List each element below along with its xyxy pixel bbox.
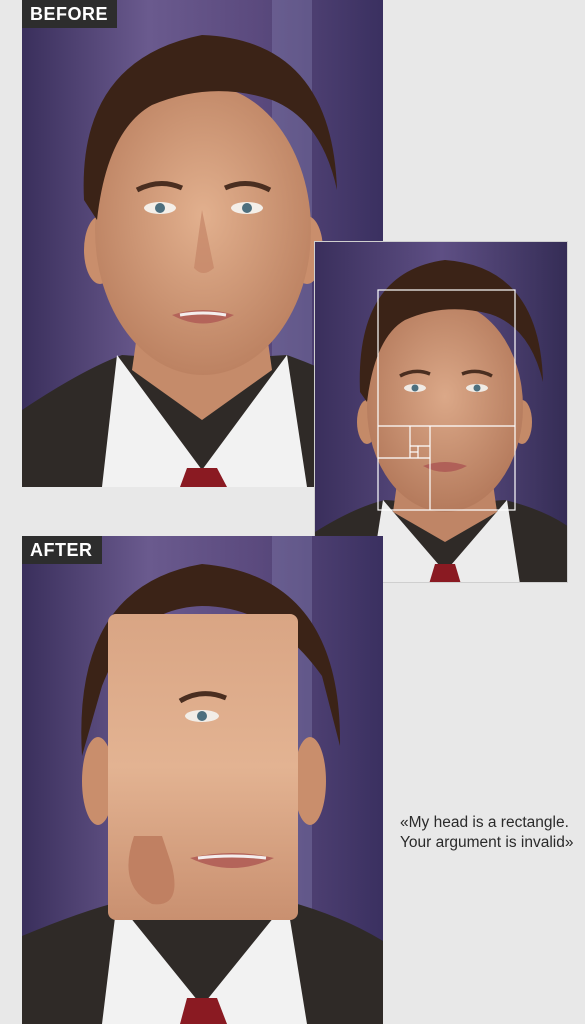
after-label: AFTER — [22, 536, 102, 564]
portrait-golden-ratio-image — [315, 242, 567, 582]
quote-line-2: Your argument is invalid» — [400, 834, 574, 851]
after-photo — [22, 536, 383, 1024]
quote-caption: «My head is a rectangle. Your argument i… — [400, 813, 585, 853]
portrait-after-image — [22, 536, 383, 1024]
golden-ratio-photo — [314, 241, 568, 583]
before-label: BEFORE — [22, 0, 118, 28]
quote-line-1: «My head is a rectangle. — [400, 814, 569, 831]
